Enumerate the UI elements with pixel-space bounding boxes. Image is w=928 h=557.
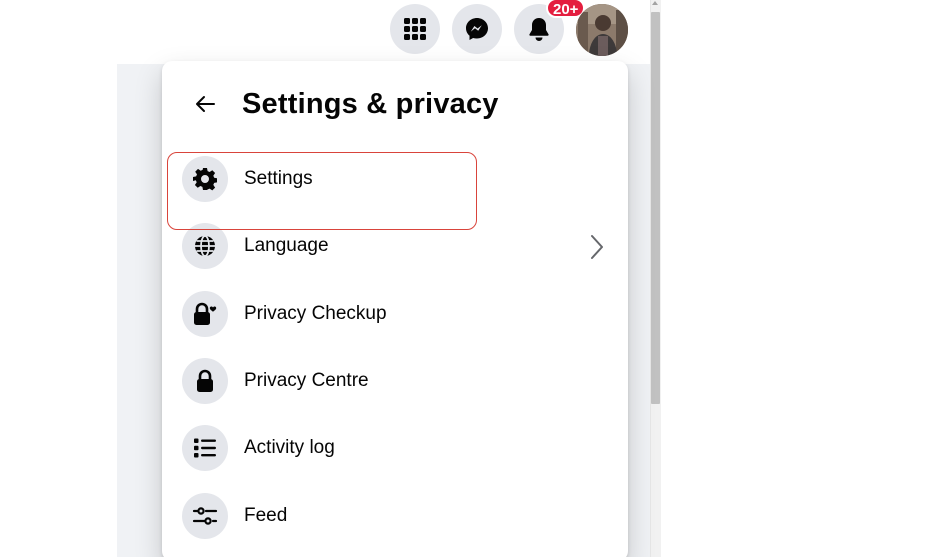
back-button[interactable]	[190, 89, 220, 119]
profile-avatar[interactable]	[576, 4, 628, 56]
menu-item-privacy-checkup[interactable]: Privacy Checkup	[172, 283, 618, 345]
screen: 20+ Settings & privacy Settings Language…	[0, 0, 928, 557]
menu-icon-bg	[182, 425, 228, 471]
menu-icon-bg	[182, 358, 228, 404]
menu-icon-bg	[182, 493, 228, 539]
lock-heart-icon	[194, 302, 217, 325]
menu-label-feed: Feed	[244, 505, 288, 526]
scroll-up-arrow-icon[interactable]	[652, 1, 658, 5]
messenger-button[interactable]	[452, 4, 502, 54]
menu-item-activity-log[interactable]: Activity log	[172, 417, 618, 479]
menu-label-activity-log: Activity log	[244, 437, 335, 458]
menu-label-settings: Settings	[244, 168, 313, 189]
bell-icon	[529, 18, 549, 41]
back-arrow-icon	[196, 96, 215, 112]
grid-menu-icon	[404, 18, 426, 40]
menu-label-language: Language	[244, 235, 329, 256]
menu-item-settings[interactable]: Settings	[172, 148, 618, 210]
menu-item-language[interactable]: Language	[172, 215, 618, 277]
menu-icon-bg	[182, 223, 228, 269]
avatar-photo	[576, 4, 628, 56]
menu-item-feed[interactable]: Feed	[172, 485, 618, 547]
panel-title: Settings & privacy	[242, 88, 499, 120]
menu-label-privacy-checkup: Privacy Checkup	[244, 303, 387, 324]
menu-label-privacy-centre: Privacy Centre	[244, 370, 369, 391]
menu-icon-bg	[182, 156, 228, 202]
chevron-right-icon	[591, 235, 603, 259]
globe-icon	[195, 235, 215, 257]
menu-button[interactable]	[390, 4, 440, 54]
menu-item-privacy-centre[interactable]: Privacy Centre	[172, 350, 618, 412]
menu-icon-bg	[182, 291, 228, 337]
list-icon	[194, 438, 216, 458]
messenger-icon	[466, 18, 488, 40]
sliders-icon	[192, 507, 218, 525]
settings-privacy-panel: Settings & privacy Settings Language Pri…	[162, 61, 628, 557]
lock-icon	[197, 369, 213, 392]
panel-header: Settings & privacy	[162, 61, 628, 151]
gear-icon	[193, 168, 217, 191]
scrollbar-thumb[interactable]	[651, 12, 660, 404]
